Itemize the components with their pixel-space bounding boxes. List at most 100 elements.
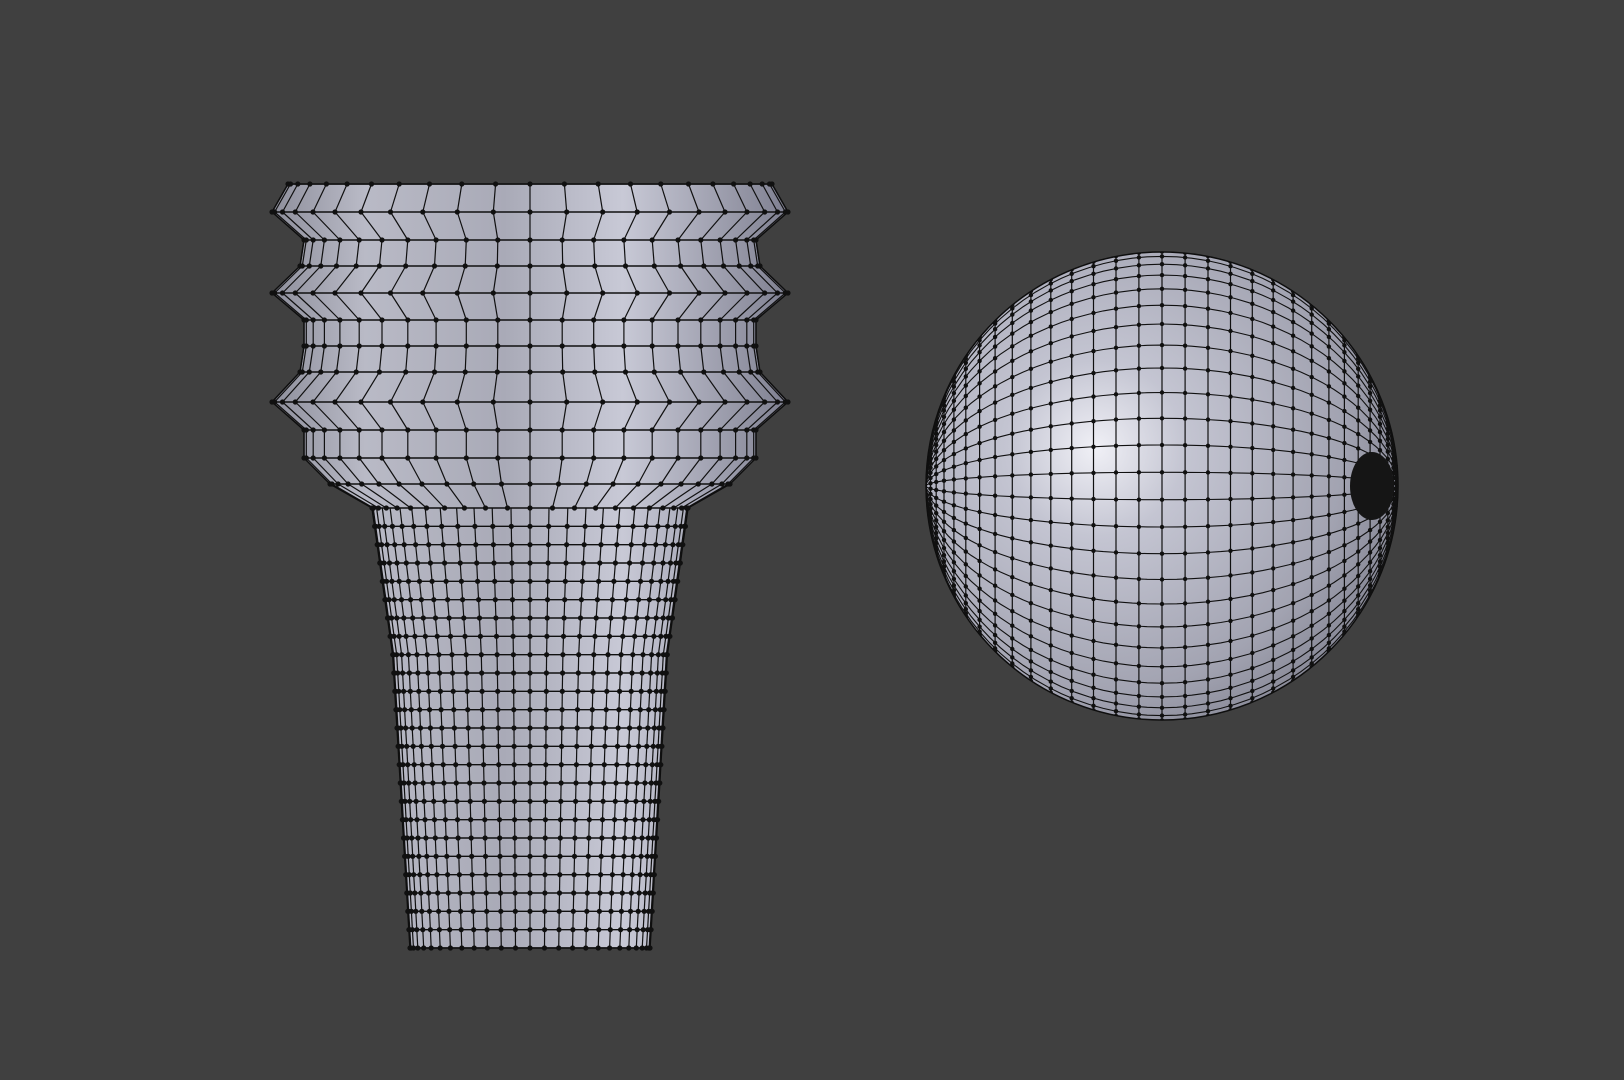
mesh-vertex <box>639 560 646 566</box>
ribbed-cup-mesh[interactable] <box>269 181 791 951</box>
mesh-edge <box>587 856 589 875</box>
mesh-vertex <box>479 707 486 713</box>
mesh-vertex <box>1385 449 1391 454</box>
mesh-vertex <box>963 360 968 365</box>
mesh-vertex <box>527 945 533 951</box>
mesh-vertex <box>1228 696 1233 701</box>
mesh-vertex <box>1250 278 1255 284</box>
mesh-vertex <box>484 908 490 914</box>
mesh-vertex <box>1290 634 1296 639</box>
mesh-vertex <box>1010 636 1015 641</box>
mesh-vertex <box>1290 647 1296 653</box>
mesh-vertex <box>562 597 568 603</box>
mesh-vertex <box>717 237 723 243</box>
viewport-scene[interactable] <box>0 0 1624 1080</box>
mesh-vertex <box>1228 656 1233 662</box>
mesh-vertex <box>1326 316 1332 322</box>
mesh-vertex <box>1159 262 1165 267</box>
mesh-vertex <box>310 290 316 296</box>
mesh-vertex <box>494 670 500 676</box>
mesh-vertex <box>498 908 504 914</box>
mesh-vertex <box>395 670 401 676</box>
mesh-vertex <box>785 209 791 215</box>
mesh-vertex <box>1326 400 1332 405</box>
mesh-vertex <box>992 640 998 645</box>
mesh-vertex <box>1028 366 1034 371</box>
mesh-vertex <box>992 474 998 479</box>
mesh-edge <box>438 929 441 948</box>
mesh-vertex <box>595 945 601 951</box>
mesh-vertex <box>744 237 750 243</box>
mesh-edge <box>440 709 443 729</box>
mesh-vertex <box>651 633 657 639</box>
mesh-vertex <box>1159 694 1165 700</box>
mesh-edge <box>491 507 494 527</box>
mesh-vertex <box>433 237 439 243</box>
mesh-vertex <box>1326 417 1332 423</box>
mesh-vertex <box>963 521 968 526</box>
mesh-vertex <box>1136 287 1142 292</box>
mesh-vertex <box>744 399 750 405</box>
mesh-vertex <box>476 615 483 621</box>
mesh-vertex <box>622 835 628 841</box>
mesh-vertex <box>1271 543 1276 548</box>
mesh-vertex <box>420 209 426 215</box>
mesh-vertex <box>1010 392 1015 397</box>
mesh-vertex <box>660 615 666 621</box>
mesh-vertex <box>598 853 604 859</box>
mesh-vertex <box>1377 408 1383 413</box>
mesh-vertex <box>963 383 968 388</box>
mesh-vertex <box>399 652 405 658</box>
mesh-vertex <box>614 762 620 768</box>
mesh-vertex <box>310 427 316 433</box>
3d-viewport[interactable] <box>0 0 1624 1080</box>
mesh-vertex <box>1326 531 1332 537</box>
mesh-vertex <box>1159 664 1165 669</box>
mesh-vertex <box>1326 327 1332 332</box>
mesh-vertex <box>462 633 468 639</box>
mesh-vertex <box>1113 277 1119 282</box>
mesh-vertex <box>1271 686 1276 691</box>
mesh-vertex <box>558 780 564 786</box>
mesh-vertex <box>456 542 462 548</box>
mesh-vertex <box>527 369 533 375</box>
mesh-vertex <box>1228 444 1233 449</box>
mesh-vertex <box>1391 511 1396 516</box>
mesh-vertex <box>1028 618 1034 623</box>
sphere-mesh[interactable] <box>925 248 1399 724</box>
mesh-vertex <box>410 615 416 621</box>
mesh-vertex <box>617 670 624 676</box>
mesh-vertex <box>508 523 514 529</box>
mesh-vertex <box>649 427 655 433</box>
mesh-vertex <box>1377 448 1383 453</box>
mesh-vertex <box>409 725 415 731</box>
mesh-vertex <box>318 263 324 269</box>
mesh-vertex <box>411 762 417 768</box>
mesh-vertex <box>1048 543 1054 548</box>
mesh-vertex <box>1271 281 1276 286</box>
mesh-vertex <box>542 908 548 914</box>
mesh-vertex <box>591 343 597 349</box>
mesh-vertex <box>1028 385 1034 391</box>
mesh-vertex <box>1377 438 1383 443</box>
mesh-vertex <box>1309 473 1314 478</box>
mesh-vertex <box>1326 369 1332 374</box>
mesh-vertex <box>977 586 982 591</box>
mesh-vertex <box>733 455 739 461</box>
mesh-vertex <box>592 263 598 269</box>
mesh-vertex <box>463 237 469 243</box>
mesh-vertex <box>588 743 594 749</box>
mesh-vertex <box>1290 618 1296 623</box>
mesh-vertex <box>963 418 968 423</box>
mesh-vertex <box>1182 303 1188 309</box>
mesh-vertex <box>1342 492 1347 497</box>
mesh-vertex <box>623 798 629 804</box>
mesh-vertex <box>412 633 418 639</box>
mesh-vertex <box>1010 646 1015 652</box>
mesh-vertex <box>1091 264 1096 269</box>
mesh-vertex <box>1028 319 1034 325</box>
mesh-vertex <box>420 290 426 296</box>
mesh-vertex <box>329 481 335 487</box>
mesh-vertex <box>744 209 750 215</box>
mesh-vertex <box>977 608 982 614</box>
